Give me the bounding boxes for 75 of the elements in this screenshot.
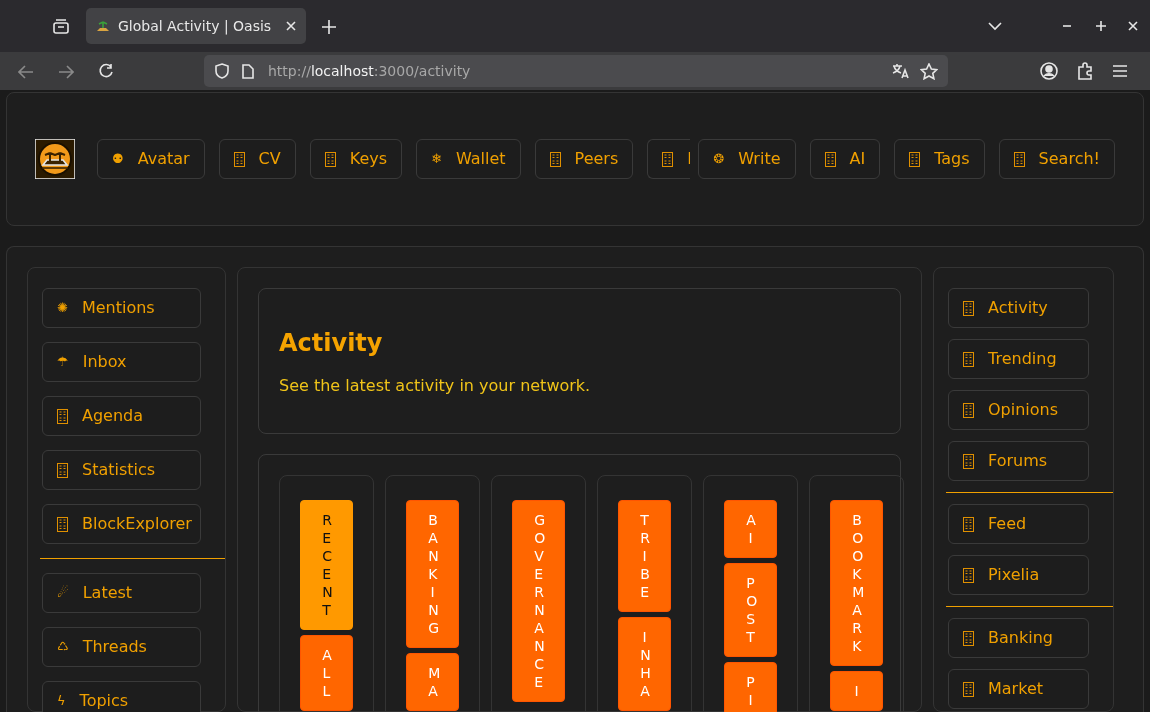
icon-glyph: ♺: [57, 638, 69, 657]
browser-tab[interactable]: Global Activity | Oasis: [86, 8, 306, 44]
menu-button[interactable]: Market: [948, 669, 1089, 709]
filter-button[interactable]: RECENT: [300, 500, 353, 630]
glyph-box-icon: [963, 351, 974, 367]
glyph-box-icon: [963, 516, 974, 532]
new-tab-icon[interactable]: [322, 19, 336, 34]
menu-button[interactable]: Banking: [948, 618, 1089, 658]
glyph-box-icon: [57, 462, 68, 478]
account-icon[interactable]: [1040, 62, 1058, 80]
chevron-down-icon[interactable]: [988, 21, 1002, 31]
glyph-box-icon: [57, 516, 68, 532]
nav-button[interactable]: Tags: [894, 139, 985, 179]
glyph-box-icon: [233, 151, 245, 167]
icon-glyph: ⚉: [112, 150, 124, 169]
nav-button[interactable]: ❄ Wallet: [416, 139, 521, 179]
glyph-box-icon: [549, 151, 561, 167]
glyph-box-icon: [963, 681, 974, 697]
close-icon[interactable]: [1128, 21, 1138, 31]
page-icon: [242, 63, 254, 79]
menu-button[interactable]: Pixelia: [948, 555, 1089, 595]
glyph-box-icon: [824, 151, 836, 167]
icon-glyph: ☄: [57, 584, 69, 603]
nav-button[interactable]: AI: [809, 139, 881, 179]
glyph-box-icon: [963, 567, 974, 583]
nav-button[interactable]: Peers: [534, 139, 634, 179]
glyph-box-icon: [963, 402, 974, 418]
icon-glyph: ❂: [713, 150, 725, 169]
address-bar[interactable]: http://localhost:3000/activity: [204, 55, 948, 87]
glyph-box-icon: [1013, 151, 1025, 167]
logo-icon: [35, 139, 75, 179]
menu-button[interactable]: ☂ Inbox: [42, 342, 201, 382]
menu-button[interactable]: Trending: [948, 339, 1089, 379]
nav-button[interactable]: ❂ Write: [698, 139, 796, 179]
close-icon[interactable]: [286, 21, 296, 31]
menu-button[interactable]: ϟ Topics: [42, 681, 201, 712]
nav-button[interactable]: Search!: [998, 139, 1115, 179]
icon-glyph: ❄: [431, 150, 442, 169]
menu-icon[interactable]: [1112, 64, 1128, 78]
glyph-box-icon: [963, 453, 974, 469]
maximize-icon[interactable]: [1096, 21, 1106, 31]
menu-button[interactable]: Activity: [948, 288, 1089, 328]
icon-glyph: ✺: [57, 299, 68, 318]
menu-button[interactable]: ♺ Threads: [42, 627, 201, 667]
glyph-box-icon: [662, 151, 674, 167]
star-icon[interactable]: [920, 62, 938, 80]
translate-icon[interactable]: [892, 63, 910, 79]
back-icon[interactable]: [18, 64, 34, 79]
menu-button[interactable]: Agenda: [42, 396, 201, 436]
page-description: See the latest activity in your network.: [279, 374, 592, 397]
shield-icon[interactable]: [214, 63, 230, 79]
menu-button[interactable]: Opinions: [948, 390, 1089, 430]
menu-button[interactable]: Statistics: [42, 450, 201, 490]
extensions-icon[interactable]: [1076, 62, 1094, 80]
nav-button[interactable]: CV: [218, 139, 296, 179]
menu-button[interactable]: ☄ Latest: [42, 573, 201, 613]
nav-button[interactable]: ⚉ Avatar: [97, 139, 205, 179]
glyph-box-icon: [57, 408, 68, 424]
glyph-box-icon: [324, 151, 336, 167]
glyph-box-icon: [909, 151, 921, 167]
menu-button[interactable]: Forums: [948, 441, 1089, 481]
nav-button[interactable]: Keys: [309, 139, 403, 179]
glyph-box-icon: [963, 300, 974, 316]
nav-button[interactable]: I: [647, 139, 691, 179]
page-title: Activity: [279, 329, 384, 358]
glyph-box-icon: [963, 630, 974, 646]
url-text: http://localhost:3000/activity: [268, 61, 472, 81]
icon-glyph: ϟ: [57, 692, 66, 711]
tab-list-icon[interactable]: [52, 18, 70, 35]
icon-glyph: ☂: [57, 353, 69, 372]
menu-button[interactable]: ✺ Mentions: [42, 288, 201, 328]
island-icon: [96, 19, 110, 33]
reload-icon[interactable]: [98, 63, 114, 79]
menu-button[interactable]: BlockExplorer: [42, 504, 201, 544]
menu-button[interactable]: Feed: [948, 504, 1089, 544]
